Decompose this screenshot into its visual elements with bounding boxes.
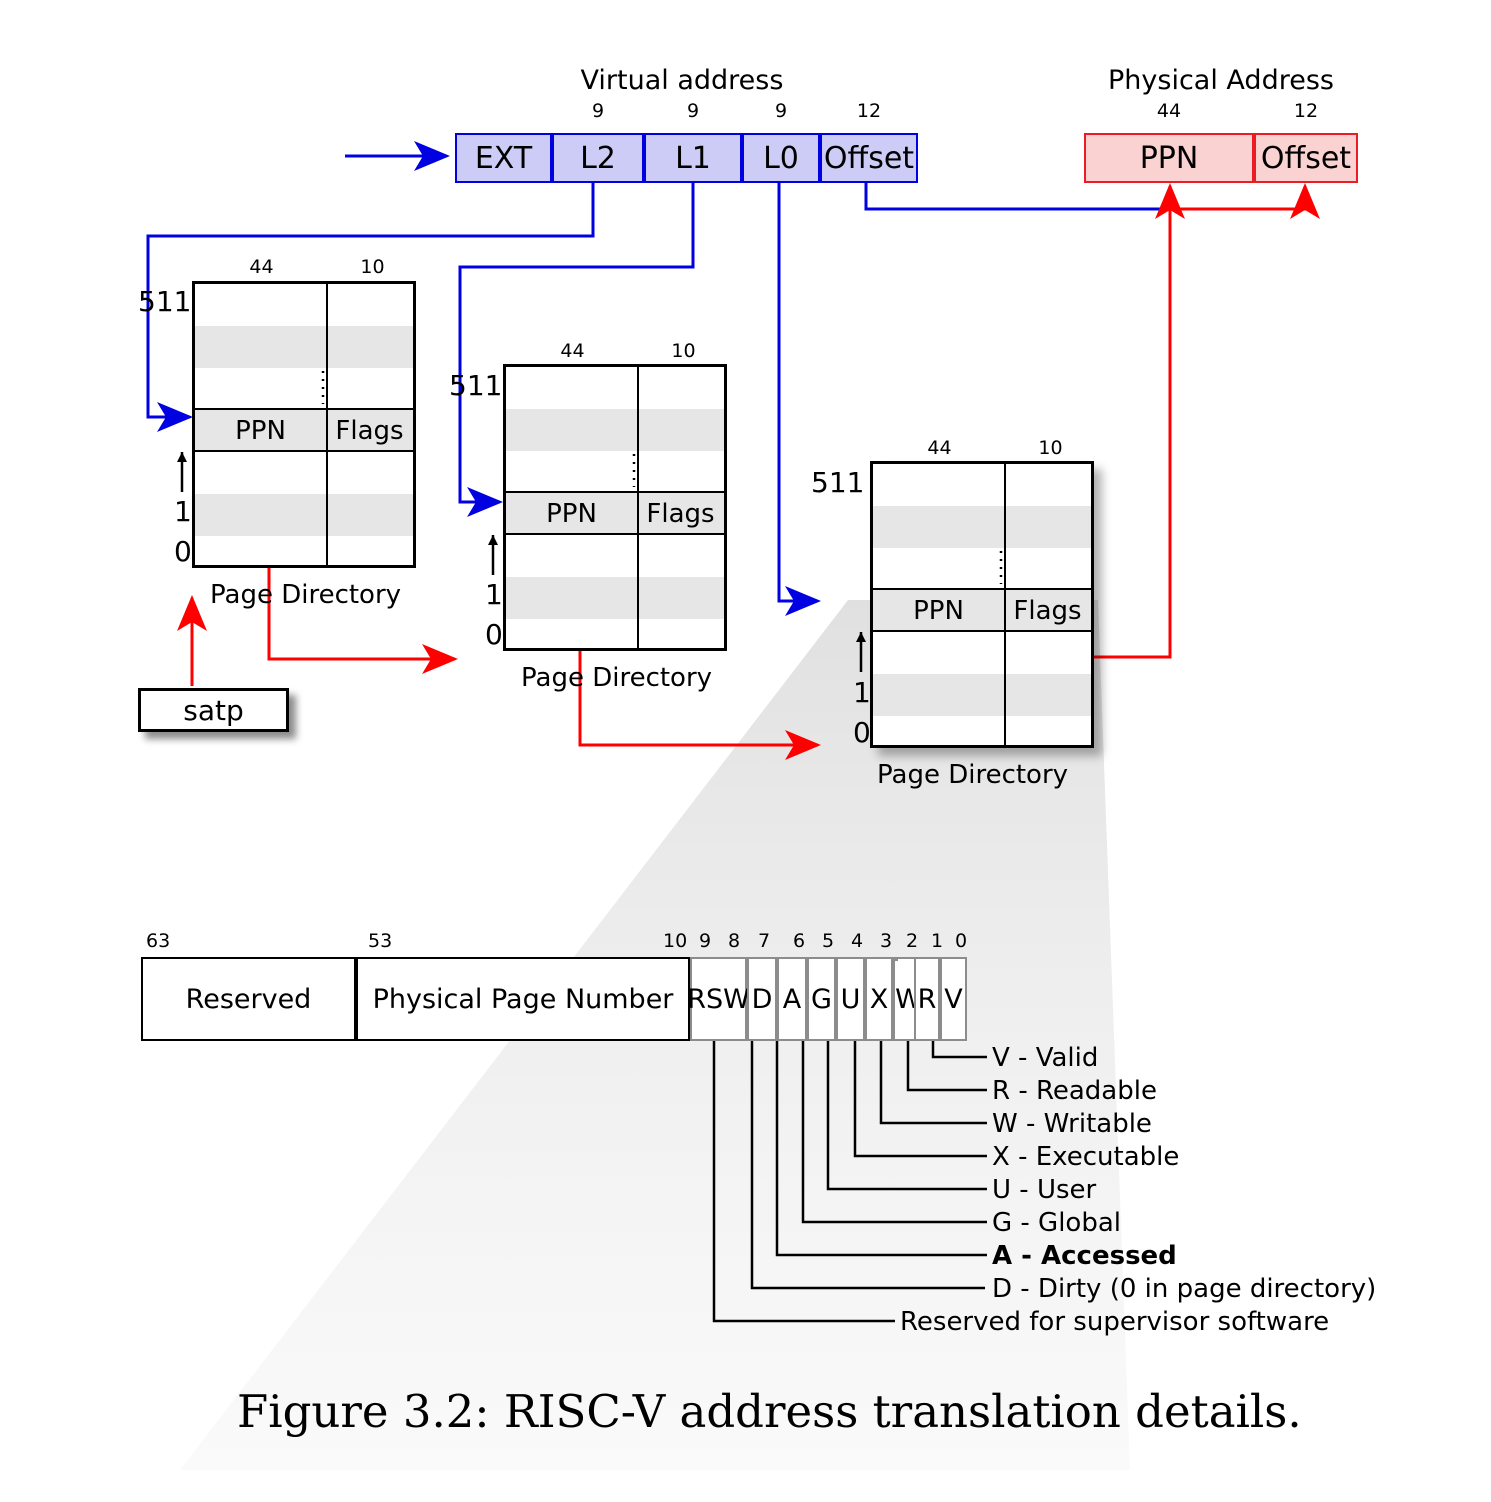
pte-bitnum-1: 1 bbox=[930, 930, 944, 952]
pte-bit-r-cell: R bbox=[914, 957, 940, 1041]
legend-w: W - Writable bbox=[992, 1109, 1152, 1139]
legend-d: D - Dirty (0 in page directory) bbox=[992, 1274, 1377, 1304]
pte-bitnum-63: 63 bbox=[146, 930, 171, 952]
pte-bit-u: U bbox=[836, 957, 865, 1041]
pte-bit-g: G bbox=[807, 957, 836, 1041]
satp-box: satp bbox=[138, 688, 289, 732]
figure-canvas: Virtual address 9 9 9 12 EXT L2 L1 L0 Of… bbox=[0, 0, 1491, 1502]
legend-g: G - Global bbox=[992, 1208, 1121, 1238]
pte-bitnum-7: 7 bbox=[757, 930, 771, 952]
pte-bit-d: D bbox=[747, 957, 777, 1041]
pte-bit-x: X bbox=[865, 957, 893, 1041]
legend-v: V - Valid bbox=[992, 1043, 1099, 1073]
page-directory-3-label: Page Directory bbox=[877, 760, 1069, 790]
pte-bitnum-4: 4 bbox=[850, 930, 864, 952]
pte-bit-r bbox=[894, 957, 898, 961]
pte-bitnum-8: 8 bbox=[727, 930, 741, 952]
pte-bit-v: V bbox=[940, 957, 967, 1041]
legend-x: X - Executable bbox=[992, 1142, 1180, 1172]
pte-field-reserved: Reserved bbox=[141, 957, 356, 1041]
pte-bitnum-5: 5 bbox=[821, 930, 835, 952]
legend-rsw: Reserved for supervisor software bbox=[900, 1307, 1330, 1337]
legend-r: R - Readable bbox=[992, 1076, 1157, 1106]
pte-bitnum-0: 0 bbox=[954, 930, 968, 952]
pte-bitnum-2: 2 bbox=[905, 930, 919, 952]
figure-caption: Figure 3.2: RISC-V address translation d… bbox=[237, 1385, 1302, 1438]
pte-bitnum-6: 6 bbox=[792, 930, 806, 952]
legend-u: U - User bbox=[992, 1175, 1097, 1205]
legend-a: A - Accessed bbox=[992, 1241, 1177, 1271]
pte-bitnum-53: 53 bbox=[368, 930, 393, 952]
pte-bit-a: A bbox=[777, 957, 807, 1041]
pte-field-ppn: Physical Page Number bbox=[356, 957, 690, 1041]
pte-bitnum-9: 9 bbox=[698, 930, 712, 952]
pte-bit-rsw: RSW bbox=[687, 957, 750, 1041]
pte-bitnum-10: 10 bbox=[663, 930, 688, 952]
pte-bitnum-3: 3 bbox=[879, 930, 893, 952]
